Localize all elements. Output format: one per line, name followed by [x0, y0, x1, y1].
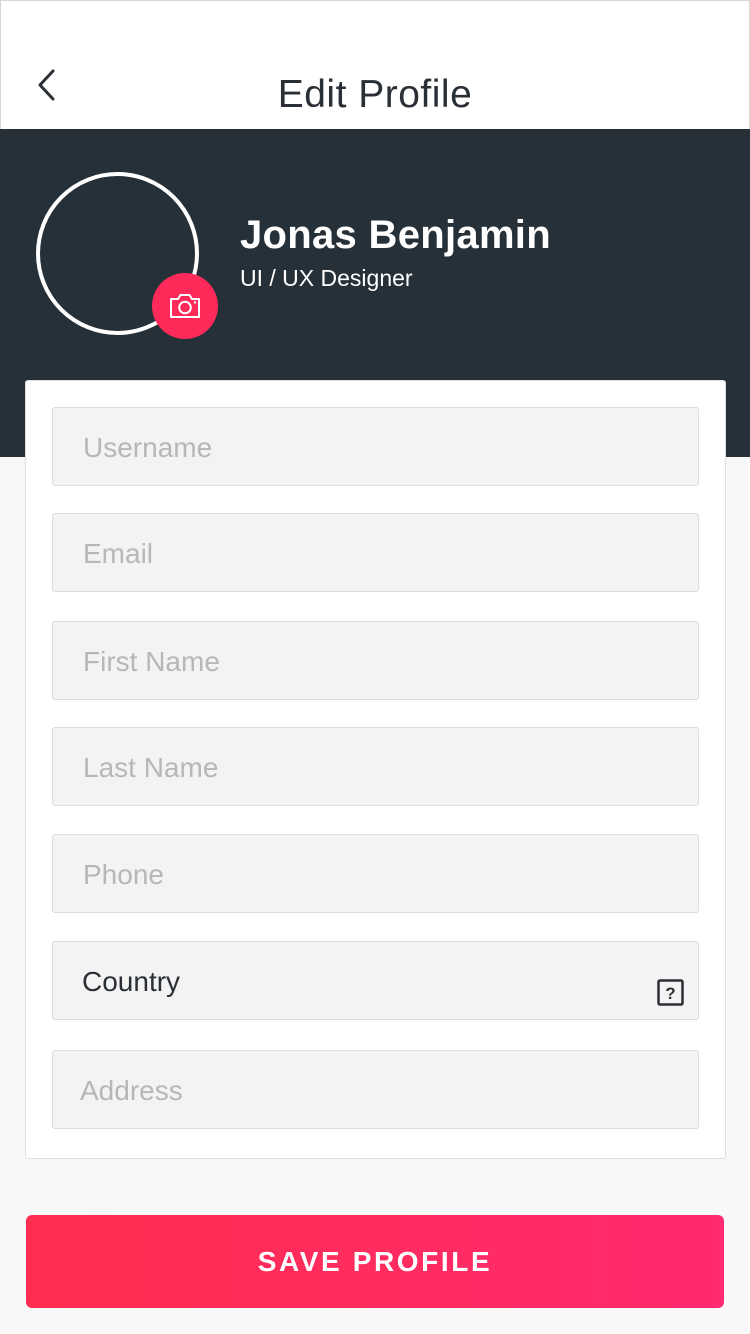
username-placeholder: Username [83, 432, 213, 463]
country-field[interactable]: Country ? [52, 941, 699, 1020]
phone-field[interactable]: Phone [52, 834, 699, 913]
username-field[interactable]: Username [52, 407, 699, 486]
last-name-field[interactable]: Last Name [52, 727, 699, 806]
save-profile-button[interactable]: SAVE PROFILE [26, 1215, 724, 1308]
country-value: Country [82, 966, 181, 997]
phone-placeholder: Phone [83, 859, 164, 890]
svg-text:?: ? [665, 984, 675, 1003]
camera-icon [170, 294, 200, 318]
last-name-placeholder: Last Name [83, 752, 219, 783]
first-name-field[interactable]: First Name [52, 621, 699, 700]
user-role: UI / UX Designer [240, 265, 413, 291]
email-placeholder: Email [83, 538, 154, 569]
help-icon[interactable]: ? [657, 979, 684, 1006]
top-nav-bar: Edit Profile [0, 0, 750, 129]
profile-form: Username Email First Name Last Name Phon… [25, 380, 726, 1159]
change-photo-button[interactable] [152, 273, 218, 339]
address-placeholder: Address [80, 1075, 183, 1106]
page-title: Edit Profile [277, 73, 473, 116]
email-field[interactable]: Email [52, 513, 699, 592]
first-name-placeholder: First Name [83, 646, 220, 677]
user-name: Jonas Benjamin [240, 213, 551, 257]
address-field[interactable]: Address [52, 1050, 699, 1129]
